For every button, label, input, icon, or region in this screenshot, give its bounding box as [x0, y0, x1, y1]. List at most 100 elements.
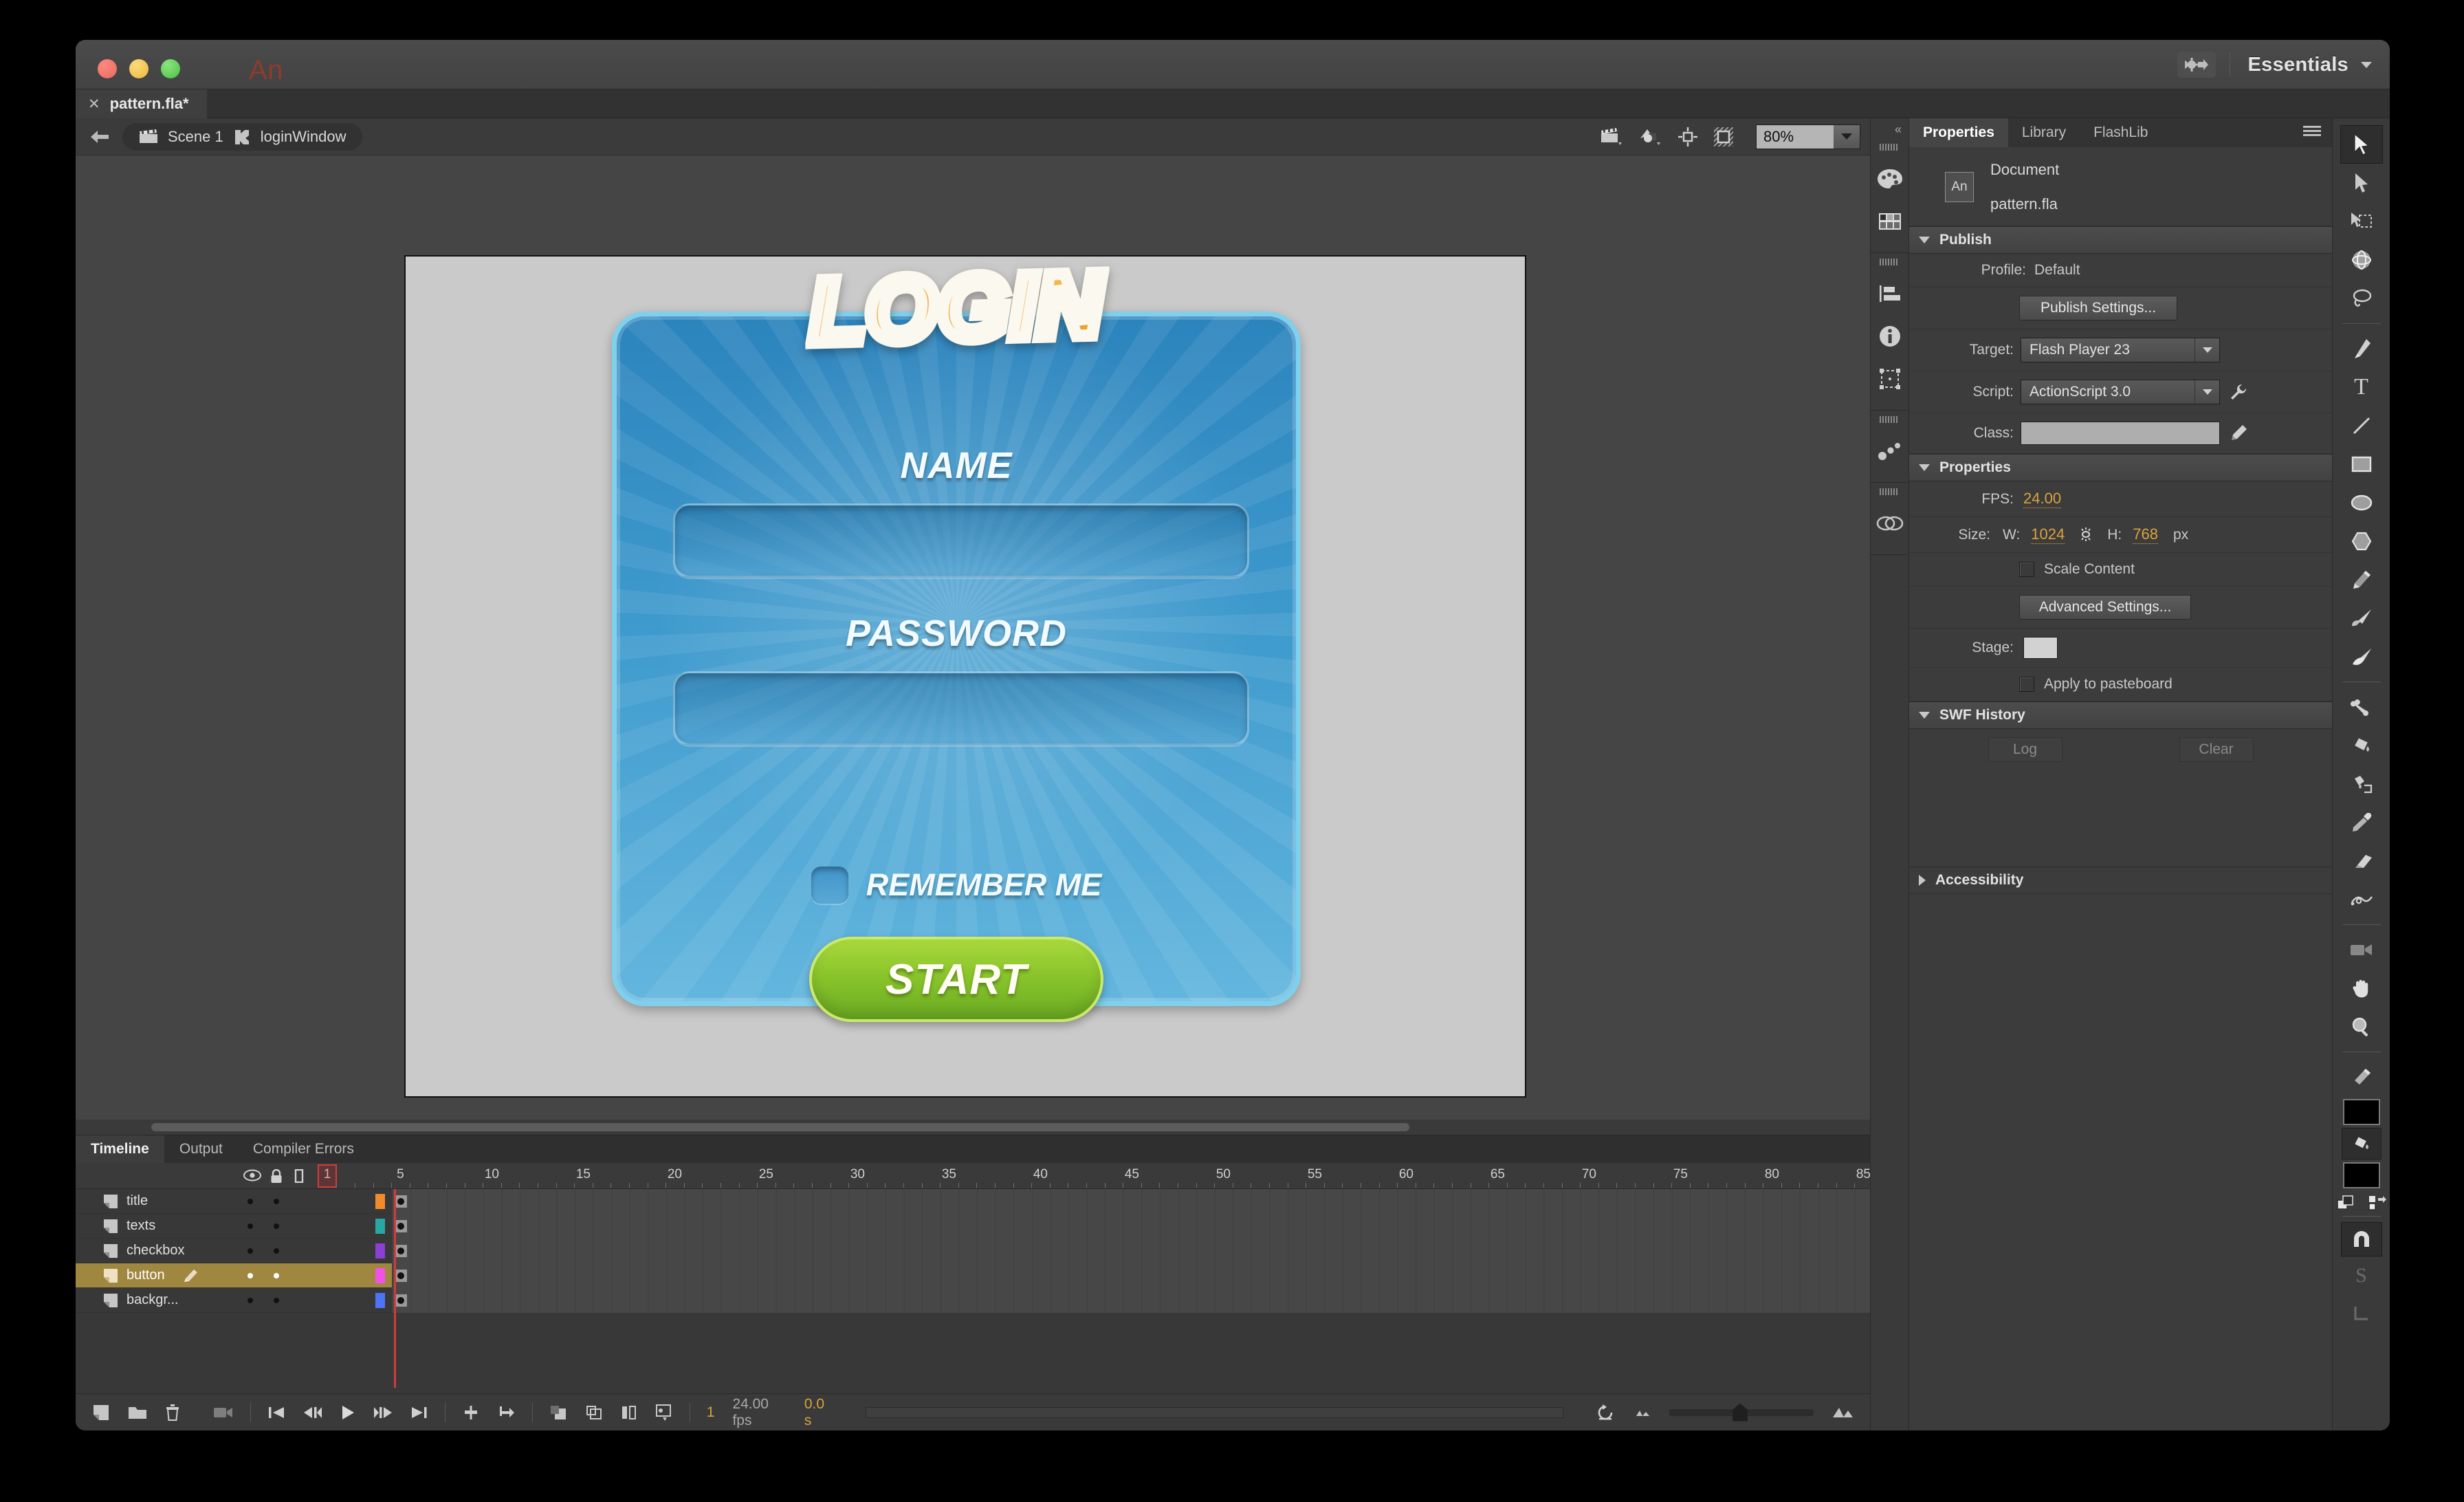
selection-tool[interactable]: [2340, 125, 2383, 164]
cc-sync-icon[interactable]: [2177, 52, 2216, 78]
layer-lock-toggle[interactable]: [274, 1298, 279, 1303]
modify-markers-icon[interactable]: [655, 1404, 673, 1422]
publish-settings-button[interactable]: Publish Settings...: [2019, 296, 2177, 320]
go-to-first-icon[interactable]: [267, 1405, 285, 1420]
polystar-tool[interactable]: [2340, 522, 2383, 560]
playback-controls[interactable]: [251, 1401, 445, 1424]
timeline-layer-row[interactable]: title: [76, 1189, 1870, 1214]
layer-frames[interactable]: [392, 1263, 1870, 1288]
outline-icon[interactable]: [294, 1169, 304, 1183]
timeline-layer-row[interactable]: texts: [76, 1214, 1870, 1239]
back-arrow-icon[interactable]: [89, 129, 110, 145]
wrench-icon[interactable]: [2230, 383, 2247, 401]
swatches-icon[interactable]: [1871, 200, 1908, 243]
paint-bucket-tool[interactable]: [2340, 726, 2383, 765]
loop-range-icon[interactable]: [498, 1404, 516, 1421]
minimize-window-button[interactable]: [129, 59, 148, 78]
width-tool[interactable]: [2340, 880, 2383, 919]
document-tab[interactable]: ✕ pattern.fla*: [76, 89, 207, 118]
timeline-layer-row[interactable]: button: [76, 1263, 1870, 1288]
layer-color-chip[interactable]: [375, 1243, 385, 1259]
lasso-tool[interactable]: [2340, 279, 2383, 318]
black-white-icon[interactable]: [2337, 1195, 2355, 1210]
layer-lock-toggle[interactable]: [274, 1273, 279, 1278]
clear-button[interactable]: Clear: [2179, 737, 2254, 762]
frame-size-slider[interactable]: [1669, 1409, 1814, 1416]
layer-visibility-toggle[interactable]: [248, 1248, 253, 1254]
smooth-icon[interactable]: S: [2340, 1256, 2383, 1295]
free-transform-tool[interactable]: [2340, 202, 2383, 241]
clip-content-icon[interactable]: [1713, 127, 1734, 147]
new-layer-icon[interactable]: [92, 1404, 110, 1422]
eraser-tool[interactable]: [2340, 842, 2383, 880]
layer-frames[interactable]: [392, 1288, 1870, 1313]
center-stage-icon[interactable]: [1678, 127, 1698, 147]
center-frame-icon[interactable]: [462, 1404, 480, 1421]
pencil-edit-icon[interactable]: [2230, 424, 2247, 442]
subselection-tool[interactable]: [2340, 164, 2383, 202]
layer-visibility-toggle[interactable]: [248, 1273, 253, 1278]
keyframe-marker[interactable]: [395, 1220, 407, 1232]
step-forward-icon[interactable]: [373, 1405, 393, 1420]
panel-menu-icon[interactable]: [2303, 126, 2321, 138]
fps-value[interactable]: 24.00: [2023, 490, 2061, 508]
layer-name-cell[interactable]: checkbox: [76, 1243, 318, 1259]
step-back-icon[interactable]: [303, 1405, 322, 1420]
password-input[interactable]: [673, 671, 1249, 745]
layer-visibility-toggle[interactable]: [248, 1223, 253, 1229]
layer-frames[interactable]: [392, 1189, 1870, 1214]
tab-flashlib[interactable]: FlashLib: [2080, 118, 2162, 147]
tab-library[interactable]: Library: [2008, 118, 2080, 147]
properties-section-header[interactable]: Properties: [1909, 454, 2332, 481]
scene-selector-icon[interactable]: [1600, 127, 1624, 146]
fill-color-swatch[interactable]: [2343, 1162, 2380, 1188]
pen-tool[interactable]: [2340, 329, 2383, 368]
play-icon[interactable]: [340, 1404, 355, 1421]
advanced-settings-button[interactable]: Advanced Settings...: [2019, 595, 2191, 620]
apply-pasteboard-checkbox[interactable]: [2019, 677, 2034, 692]
close-icon[interactable]: ✕: [88, 97, 100, 111]
oval-tool[interactable]: [2340, 483, 2383, 522]
new-folder-icon[interactable]: [128, 1404, 147, 1421]
log-button[interactable]: Log: [1988, 737, 2062, 762]
brush-tool[interactable]: [2340, 638, 2383, 676]
start-button[interactable]: START: [809, 937, 1103, 1022]
info-icon[interactable]: [1871, 315, 1908, 358]
workspace-label[interactable]: Essentials: [2248, 54, 2348, 76]
layer-name-cell[interactable]: backgr...: [76, 1292, 318, 1308]
resize-large-icon[interactable]: [1832, 1406, 1854, 1419]
onion-skin-icon[interactable]: [549, 1404, 567, 1421]
stage-area[interactable]: + LOGIN NAME PASSWORD REMEMBER ME START: [76, 155, 1870, 1135]
paint-brush-tool[interactable]: [2340, 599, 2383, 638]
layer-lock-toggle[interactable]: [274, 1248, 279, 1254]
text-tool[interactable]: T: [2340, 368, 2383, 406]
keyframe-marker[interactable]: [395, 1270, 407, 1282]
layer-name-cell[interactable]: button: [76, 1267, 318, 1283]
color-palette-icon[interactable]: [1871, 157, 1908, 200]
zoom-input[interactable]: 80%: [1757, 125, 1834, 149]
ink-bottle-tool[interactable]: [2340, 765, 2383, 803]
fps-value[interactable]: 24.00 fps: [732, 1396, 786, 1429]
collapse-panels-icon[interactable]: «: [1895, 122, 1902, 136]
onion-outline-icon[interactable]: [585, 1404, 603, 1421]
pencil-tool[interactable]: [2340, 560, 2383, 599]
timeline-layer-row[interactable]: backgr...: [76, 1288, 1870, 1313]
tab-compiler-errors[interactable]: Compiler Errors: [238, 1135, 369, 1163]
target-select[interactable]: Flash Player 23: [2021, 338, 2220, 362]
tab-output[interactable]: Output: [164, 1135, 238, 1163]
breadcrumb-scene[interactable]: Scene 1: [168, 128, 223, 146]
layer-visibility-toggle[interactable]: [248, 1199, 253, 1204]
layer-lock-toggle[interactable]: [274, 1199, 279, 1204]
camera-icon[interactable]: [213, 1406, 234, 1419]
current-frame-value[interactable]: 1: [707, 1404, 715, 1421]
maximize-window-button[interactable]: [161, 59, 180, 78]
zoom-control[interactable]: 80%: [1756, 124, 1860, 149]
height-value[interactable]: 768: [2133, 525, 2158, 544]
align-icon[interactable]: [1871, 272, 1908, 315]
camera-tool[interactable]: [2340, 930, 2383, 969]
loop-icon[interactable]: [1596, 1404, 1616, 1421]
stage-canvas[interactable]: LOGIN NAME PASSWORD REMEMBER ME START: [404, 255, 1526, 1098]
tab-timeline[interactable]: Timeline: [76, 1135, 164, 1163]
stage-color-swatch[interactable]: [2023, 637, 2058, 659]
accessibility-section-header[interactable]: Accessibility: [1909, 867, 2332, 894]
